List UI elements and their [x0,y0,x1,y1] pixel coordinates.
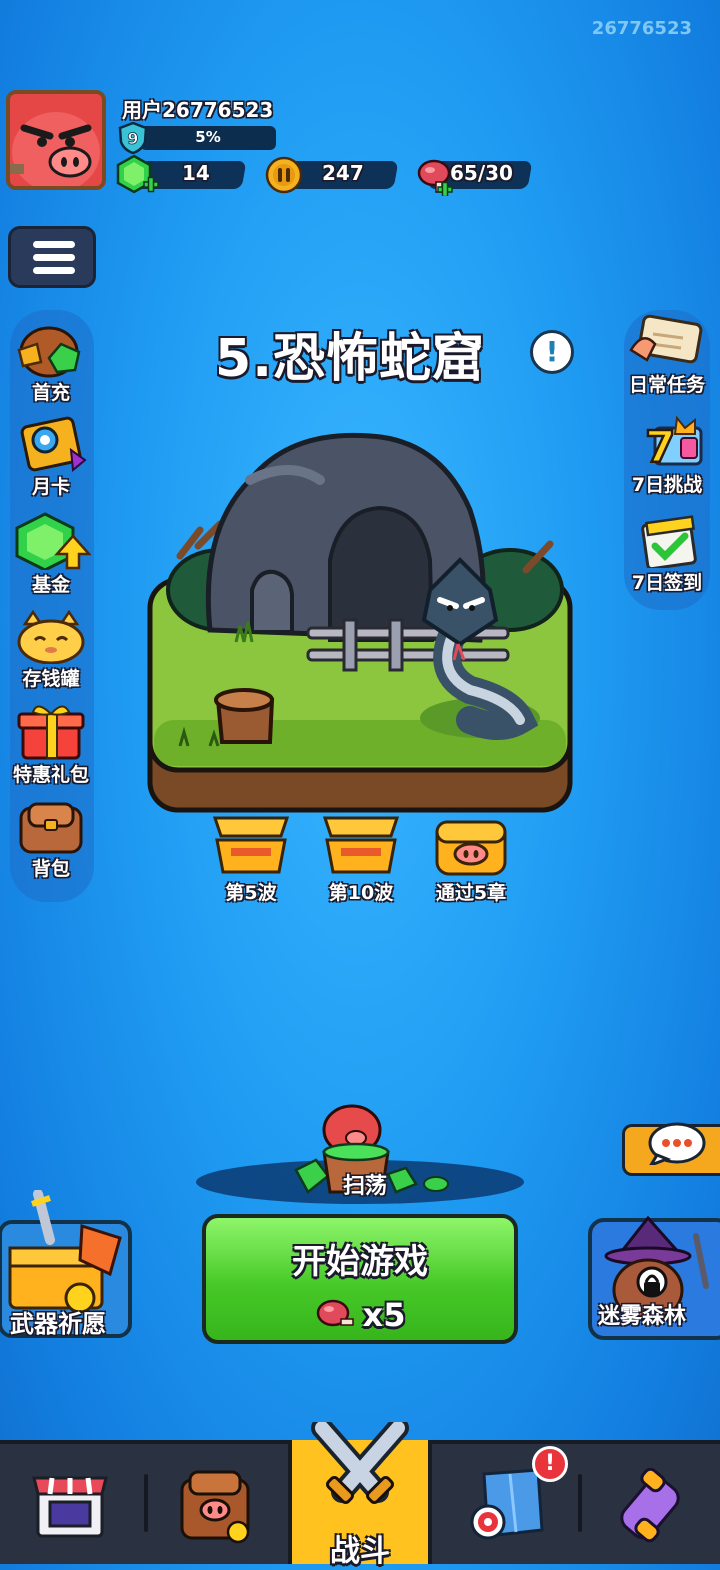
mist-forest-label: 迷雾森林 [598,1304,687,1329]
nav-capsule[interactable] [576,1444,720,1564]
gift-pack-button[interactable]: 特惠礼包 [6,702,96,787]
chat-bubble-icon [648,1122,706,1165]
start-game-button[interactable]: 开始游戏 x5 [202,1214,518,1344]
nav-equipment[interactable] [144,1444,288,1564]
backpack-label: 背包 [31,858,70,880]
monthly-card-label: 月卡 [31,476,70,498]
reward-wave-10-label: 第10波 [328,882,394,904]
fund-icon [15,512,91,570]
seven-day-checkin-icon [641,515,697,568]
capsule-icon [620,1468,680,1543]
coin-icon [265,156,303,194]
backpack-icon [19,802,83,854]
stage-info-button[interactable]: ! [530,330,574,374]
gem-add-icon[interactable] [116,154,160,196]
seven-day-challenge-button[interactable]: 7 7日挑战 [620,414,714,497]
pig-chest-icon [435,820,507,876]
gift-pack-icon [17,705,85,760]
monthly-card-icon [20,416,87,472]
equipment-bag-icon [180,1470,250,1544]
stamina-count: 65/30 [450,161,513,185]
fund-label: 基金 [31,574,70,596]
start-game-cost: x5 [206,1294,514,1334]
sweep-label[interactable]: 扫荡 [320,1168,410,1200]
battle-label: 战斗 [330,1534,390,1569]
seven-day-checkin-label: 7日签到 [631,572,703,594]
player-level: 9 [127,129,138,148]
backpack-button[interactable]: 背包 [6,800,96,881]
level-shield-icon: 9 [118,121,148,155]
bottom-navigation: 战斗 ! [0,1422,720,1569]
battle-swords-icon [311,1422,409,1504]
nav-battle[interactable]: 战斗 [288,1422,432,1569]
nav-shop[interactable] [0,1444,144,1564]
monthly-card-button[interactable]: 月卡 [6,416,96,499]
fund-button[interactable]: 基金 [6,512,96,597]
svg-text:7: 7 [645,422,676,470]
pig-face-icon [10,94,102,186]
piggy-bank-icon [17,610,85,664]
start-game-label: 开始游戏 [292,1242,428,1282]
user-id-label: 26776523 [591,18,692,39]
stamina-meat-add-icon[interactable] [414,156,454,196]
shop-icon [32,1476,108,1538]
chat-button[interactable] [622,1122,720,1176]
reward-chest-wave-5[interactable]: 第5波 [196,814,306,905]
meat-icon [316,1299,354,1327]
seven-day-challenge-icon: 7 [644,415,703,470]
weapon-wish-label: 武器祈愿 [10,1310,106,1338]
reward-chest-chapter-5[interactable]: 通过5章 [416,814,526,905]
stamina-cost: x5 [362,1296,406,1334]
exp-percent: 5% [195,128,221,146]
snake-cave-stage-illustration[interactable] [140,420,580,820]
reward-wave-5-label: 第5波 [225,882,277,904]
treasure-chest-icon [322,816,400,874]
nav-map[interactable]: ! [432,1444,576,1564]
gem-count: 14 [182,161,210,185]
seven-day-checkin-button[interactable]: 7日签到 [620,512,714,595]
info-icon: ! [545,335,559,368]
exp-progress-bar: 5% [140,126,276,150]
player-avatar[interactable] [6,90,106,190]
menu-button[interactable] [8,226,96,288]
gift-pack-label: 特惠礼包 [12,764,89,786]
piggy-bank-button[interactable]: 存钱罐 [6,610,96,691]
menu-icon [33,241,75,248]
piggy-bank-label: 存钱罐 [22,668,80,690]
reward-chapter-5-label: 通过5章 [435,882,507,904]
reward-chest-wave-10[interactable]: 第10波 [306,814,416,905]
coin-count: 247 [322,161,364,185]
notification-badge: ! [532,1446,568,1482]
seven-day-challenge-label: 7日挑战 [631,474,703,496]
stage-title: 5.恐怖蛇窟 [215,329,485,389]
treasure-chest-icon [212,816,290,874]
player-name: 用户26776523 [122,98,274,122]
